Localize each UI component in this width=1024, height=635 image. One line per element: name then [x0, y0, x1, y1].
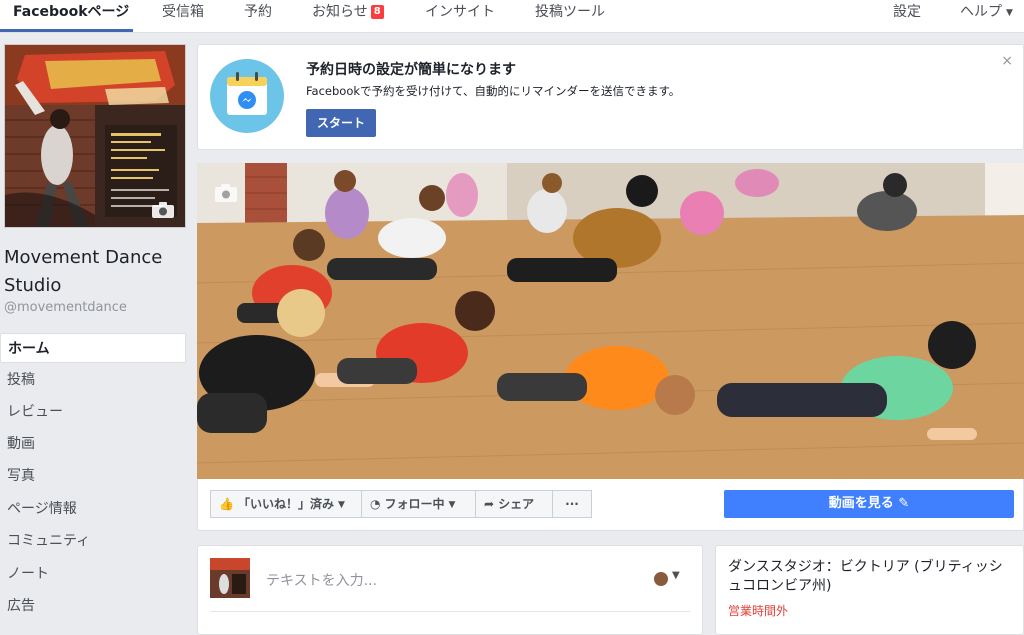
tab-label: インサイト	[425, 4, 495, 20]
page-avatar	[210, 558, 250, 598]
camera-icon[interactable]	[151, 201, 175, 219]
sidebar-item-videos[interactable]: 動画	[0, 429, 186, 459]
start-button[interactable]: スタート	[306, 109, 376, 137]
sidebar-item-label: 動画	[7, 436, 35, 452]
caret-down-icon: ▼	[1006, 8, 1013, 18]
tab-insights[interactable]: インサイト	[425, 0, 495, 33]
sidebar-item-ads[interactable]: 広告	[0, 591, 186, 621]
tab-settings[interactable]: 設定	[893, 0, 921, 33]
sidebar-item-photos[interactable]: 写真	[0, 461, 186, 491]
sidebar-item-label: ページ情報	[7, 501, 77, 517]
calendar-messenger-icon	[210, 59, 284, 133]
help-menu[interactable]: ヘルプ ▼	[960, 0, 1013, 33]
following-label: フォロー中	[384, 497, 445, 511]
sidebar-item-notes[interactable]: ノート	[0, 559, 186, 589]
tab-label: 設定	[893, 4, 921, 20]
sidebar-item-community[interactable]: コミュニティ	[0, 526, 186, 556]
following-button[interactable]: ◔ フォロー中 ▼	[361, 490, 476, 518]
appointments-promo-card: 予約日時の設定が簡単になります Facebookで予約を受け付けて、自動的にリマ…	[197, 44, 1024, 150]
tab-notifications[interactable]: お知らせ 8	[312, 0, 384, 33]
more-icon: ···	[565, 497, 579, 511]
sidebar-item-label: 広告	[7, 598, 35, 614]
thumbs-up-icon: 👍	[219, 497, 234, 511]
posting-as-avatar[interactable]	[654, 572, 668, 586]
cover-photo[interactable]	[197, 163, 1024, 479]
promo-description: Facebookで予約を受け付けて、自動的にリマインダーを送信できます。	[306, 84, 681, 98]
more-options-button[interactable]: ···	[552, 490, 592, 518]
tab-inbox[interactable]: 受信箱	[162, 0, 204, 33]
page-category: ダンススタジオ：ビクトリア (ブリティッシュコロンビア州)	[728, 559, 1003, 594]
sidebar-item-label: 投稿	[7, 372, 35, 388]
tab-label: Facebookページ	[13, 4, 130, 20]
page-username[interactable]: @movementdance	[4, 300, 127, 315]
tab-label: お知らせ	[312, 4, 368, 20]
business-hours-status: 営業時間外	[728, 604, 789, 618]
post-text-input[interactable]: テキストを入力...	[266, 570, 377, 590]
share-button[interactable]: ➦ シェア	[475, 490, 553, 518]
sidebar-item-label: ホーム	[8, 341, 50, 357]
watch-video-button[interactable]: 動画を見る ✎	[724, 490, 1014, 518]
caret-down-icon: ▼	[337, 500, 345, 510]
watch-video-label: 動画を見る	[828, 496, 894, 511]
sidebar-item-label: ノート	[7, 566, 49, 582]
share-label: シェア	[498, 497, 535, 511]
sidebar-item-label: コミュニティ	[7, 533, 91, 549]
tab-reservations[interactable]: 予約	[244, 0, 272, 33]
liked-label: 「いいね！」済み	[237, 497, 334, 511]
divider	[210, 611, 690, 612]
top-nav: Facebookページ 受信箱 予約 お知らせ 8 インサイト 投稿ツール 設定 …	[0, 0, 1024, 33]
sidebar-item-reviews[interactable]: レビュー	[0, 397, 186, 427]
active-tab-indicator	[0, 29, 133, 32]
tab-label: ヘルプ	[960, 4, 1002, 20]
page-action-bar: 👍 「いいね！」済み ▼ ◔ フォロー中 ▼ ➦ シェア ··· 動画を見る ✎	[197, 479, 1024, 531]
rss-icon: ◔	[370, 497, 381, 511]
liked-button[interactable]: 👍 「いいね！」済み ▼	[210, 490, 362, 518]
sidebar-item-label: 写真	[7, 468, 35, 484]
sidebar-item-home[interactable]: ホーム	[0, 333, 186, 363]
promo-title: 予約日時の設定が簡単になります	[306, 62, 516, 78]
sidebar-item-posts[interactable]: 投稿	[0, 365, 186, 395]
tab-label: 投稿ツール	[535, 4, 605, 20]
caret-down-icon[interactable]: ▼	[672, 570, 680, 581]
profile-picture[interactable]	[4, 44, 186, 228]
pencil-icon: ✎	[898, 496, 910, 511]
close-icon[interactable]: ×	[1001, 53, 1013, 69]
notification-badge: 8	[370, 5, 384, 19]
page-title: Movement Dance Studio	[4, 247, 163, 296]
share-arrow-icon: ➦	[484, 497, 495, 511]
tab-label: 予約	[244, 4, 272, 20]
sidebar-item-label: レビュー	[7, 404, 63, 420]
sidebar-item-about[interactable]: ページ情報	[0, 494, 186, 524]
caret-down-icon: ▼	[448, 500, 456, 510]
cover-photo-image	[197, 163, 1024, 479]
tab-publishing-tools[interactable]: 投稿ツール	[535, 0, 605, 33]
tab-label: 受信箱	[162, 4, 204, 20]
